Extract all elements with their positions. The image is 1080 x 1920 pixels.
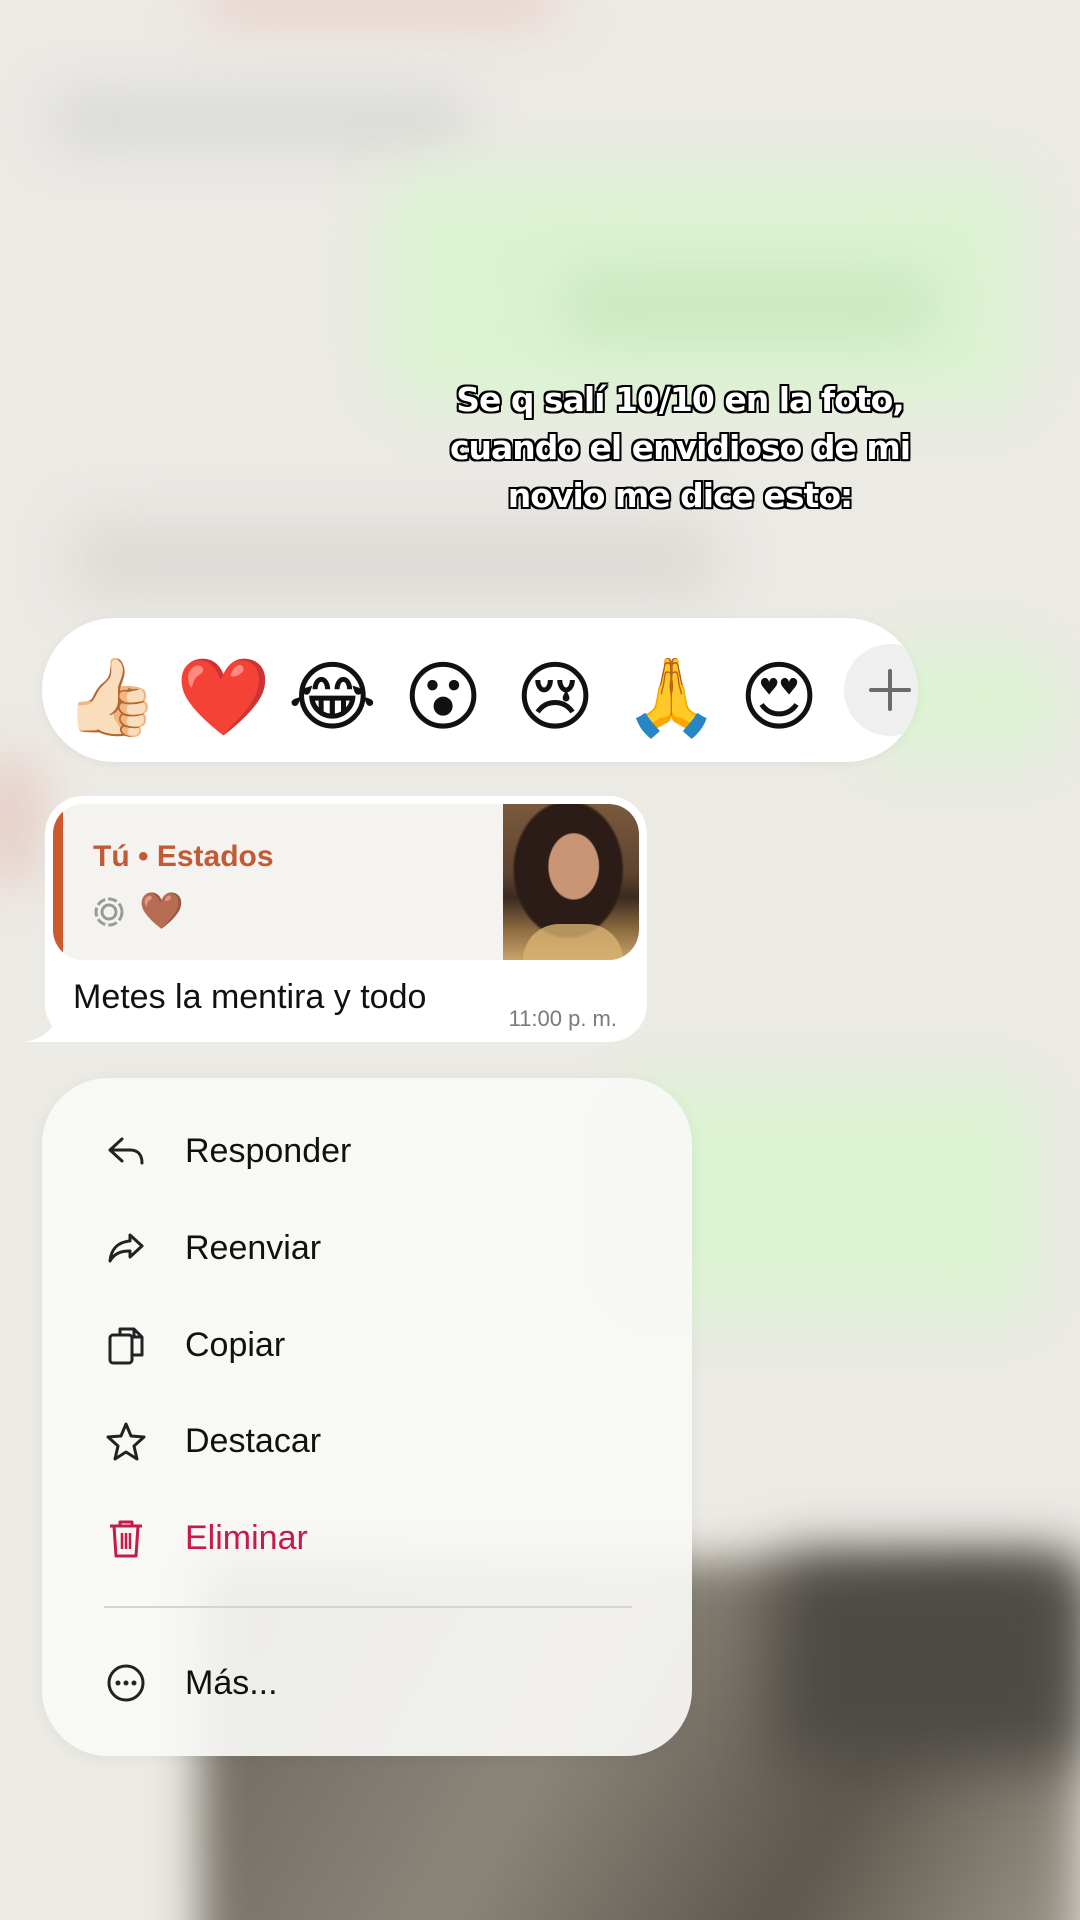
reaction-pray[interactable]: 🙏 [624,654,719,740]
message-bubble[interactable]: Tú • Estados 🤎 Metes la mentira y todo 1… [45,796,647,1042]
reaction-thumbs-up[interactable]: 👍🏻 [64,654,159,740]
star-icon [106,1422,146,1461]
menu-label: Reenviar [185,1228,322,1267]
menu-label: Responder [185,1131,352,1170]
menu-item-more[interactable]: Más... [42,1638,692,1728]
reaction-surprised[interactable]: 😮 [400,654,486,740]
menu-item-copy[interactable]: Copiar [42,1300,692,1390]
menu-item-forward[interactable]: Reenviar [42,1203,692,1293]
menu-label: Copiar [185,1325,286,1364]
add-reaction-button[interactable] [844,644,918,736]
caption-line: cuando el envidioso de mi [449,428,911,467]
reaction-laughing[interactable]: 😂 [288,654,377,740]
background-blur [0,760,40,880]
background-blur [50,95,470,145]
status-icon [94,897,124,927]
brown-heart-icon: 🤎 [139,891,184,932]
reaction-heart[interactable]: ❤️ [176,654,271,740]
background-blur [560,270,940,340]
background-blur [200,0,560,20]
video-caption: Se q salí 10/10 en la foto, cuando el en… [420,376,940,520]
reaction-heart-eyes[interactable]: 😍 [736,654,822,740]
quote-title: Tú • Estados [93,840,274,873]
trash-icon [110,1520,142,1558]
menu-item-star[interactable]: Destacar [42,1396,692,1486]
menu-divider [104,1606,632,1608]
menu-label: Destacar [185,1421,322,1460]
menu-item-reply[interactable]: Responder [42,1106,692,1196]
reaction-crying[interactable]: 😢 [512,654,598,740]
reply-icon [108,1137,144,1165]
forward-icon [108,1233,144,1263]
message-text: Metes la mentira y todo [73,978,427,1016]
more-icon [107,1664,145,1702]
caption-line: novio me dice esto: [507,476,853,515]
menu-item-delete[interactable]: Eliminar [42,1493,692,1583]
caption-line: Se q salí 10/10 en la foto, [456,380,905,419]
background-photo-blur [780,1560,1080,1760]
quote-meta: 🤎 [93,892,184,932]
quote-accent-bar [53,804,63,960]
status-thumbnail [503,804,639,960]
plus-icon [869,669,911,711]
copy-icon [108,1327,144,1365]
background-blur [70,520,720,600]
menu-label: Eliminar [185,1518,308,1557]
menu-label: Más... [185,1663,278,1702]
reaction-bar: 👍🏻 ❤️ 😂 😮 😢 🙏 😍 [42,618,918,762]
message-context-menu: Responder Reenviar Copiar Destacar Elimi… [42,1078,692,1756]
message-time: 11:00 p. m. [508,1006,617,1031]
quoted-status[interactable]: Tú • Estados 🤎 [53,804,639,960]
